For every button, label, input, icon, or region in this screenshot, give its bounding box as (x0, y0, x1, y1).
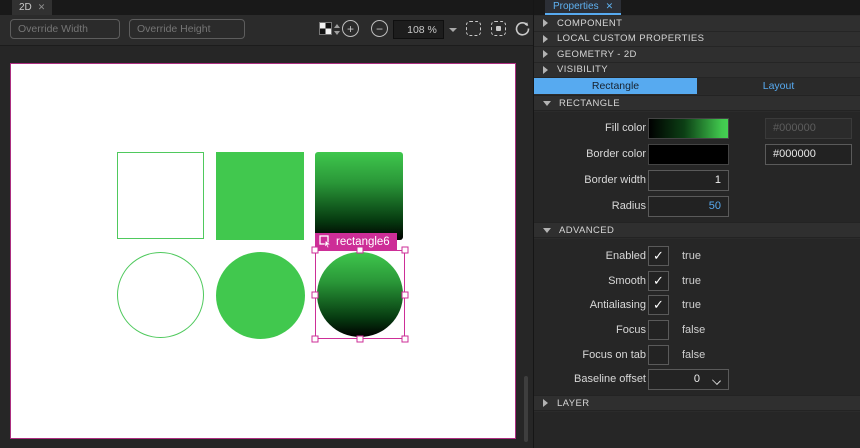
resize-handle-middle-left[interactable] (312, 291, 319, 298)
tab-layout[interactable]: Layout (697, 78, 860, 94)
properties-tabstrip: Properties ✕ (534, 0, 860, 15)
resize-handle-bottom-right[interactable] (402, 336, 409, 343)
zoom-in-button[interactable]: + (342, 20, 359, 37)
resize-handle-top-center[interactable] (357, 247, 364, 254)
fit-canvas-button[interactable] (466, 21, 481, 36)
shape-circle-filled[interactable] (216, 252, 305, 339)
resize-handle-top-right[interactable] (402, 247, 409, 254)
zoom-selection-button[interactable] (491, 21, 506, 36)
collapsed-sections: COMPONENT LOCAL CUSTOM PROPERTIES GEOMET… (534, 16, 860, 78)
check-icon: ✓ (653, 273, 664, 289)
resize-handle-middle-right[interactable] (402, 291, 409, 298)
tab-rectangle[interactable]: Rectangle (534, 78, 697, 94)
advanced-section-content: Enabled ✓ true Smooth ✓ true Antialiasin… (534, 239, 860, 395)
scrollbar-thumb[interactable] (524, 376, 528, 442)
chevron-down-icon (712, 376, 721, 385)
artboard-canvas[interactable] (10, 63, 516, 439)
border-color-row: Border color (534, 141, 860, 167)
chevron-right-icon (543, 35, 548, 43)
section-local-custom-properties[interactable]: LOCAL CUSTOM PROPERTIES (534, 32, 860, 48)
zoom-level-select[interactable]: 108 % (393, 20, 444, 39)
tab-2d-label: 2D (19, 2, 32, 13)
tab-properties-label: Properties (553, 1, 599, 12)
enabled-checkbox[interactable]: ✓ (648, 246, 669, 266)
close-icon[interactable]: ✕ (38, 3, 46, 12)
tab-properties[interactable]: Properties ✕ (545, 0, 621, 15)
section-rectangle-header[interactable]: RECTANGLE (534, 95, 860, 111)
reset-arrow-icon (514, 20, 531, 37)
selection-bounding-box (315, 250, 405, 339)
radius-input[interactable] (648, 196, 729, 217)
zoom-out-button[interactable]: − (371, 20, 388, 37)
resize-handle-bottom-center[interactable] (357, 336, 364, 343)
check-icon: ✓ (653, 248, 664, 264)
shape-circle-outline[interactable] (117, 252, 204, 338)
resize-handle-bottom-left[interactable] (312, 336, 319, 343)
baseline-offset-select[interactable]: 0 (648, 369, 729, 390)
check-icon: ✓ (653, 297, 664, 313)
fill-color-hex-input[interactable] (765, 118, 852, 139)
override-width-input[interactable] (10, 19, 120, 39)
reset-view-button[interactable] (514, 20, 531, 37)
shape-square-outline[interactable] (117, 152, 204, 239)
focus-checkbox[interactable] (648, 320, 669, 340)
section-advanced-header[interactable]: ADVANCED (534, 222, 860, 238)
border-color-label: Border color (534, 148, 646, 160)
border-color-swatch[interactable] (648, 144, 729, 165)
chevron-right-icon (543, 50, 548, 58)
rectangle-section-content: Fill color Border color Border width Rad… (534, 112, 860, 222)
spinner-up-icon[interactable] (334, 24, 340, 28)
spinner-down-icon[interactable] (334, 31, 340, 35)
radius-row: Radius (534, 193, 860, 219)
section-layer-header[interactable]: LAYER (534, 395, 860, 411)
zoom-selection-dot-icon (496, 26, 501, 31)
enabled-row: Enabled ✓ true (534, 244, 860, 269)
2d-toolbar: + − 108 % (0, 15, 533, 46)
baseline-offset-row: Baseline offset 0 (534, 367, 860, 392)
chevron-down-icon (543, 101, 551, 106)
fill-color-label: Fill color (534, 122, 646, 134)
layer-section-content (534, 412, 860, 448)
border-color-hex-input[interactable] (765, 144, 852, 165)
antialiasing-checkbox[interactable]: ✓ (648, 295, 669, 315)
antialiasing-row: Antialiasing ✓ true (534, 293, 860, 318)
fill-color-row: Fill color (534, 115, 860, 141)
chevron-down-icon[interactable] (449, 28, 457, 32)
resize-handle-top-left[interactable] (312, 247, 319, 254)
section-visibility[interactable]: VISIBILITY (534, 63, 860, 79)
fill-color-swatch[interactable] (648, 118, 729, 139)
chevron-right-icon (543, 66, 548, 74)
tab-2d[interactable]: 2D ✕ (12, 0, 52, 15)
focus-row: Focus false (534, 318, 860, 343)
border-width-label: Border width (534, 174, 646, 186)
mode-tabs: Rectangle Layout (534, 78, 860, 94)
radius-label: Radius (534, 200, 646, 212)
shape-square-filled[interactable] (216, 152, 304, 240)
focus-on-tab-checkbox[interactable] (648, 345, 669, 365)
smooth-row: Smooth ✓ true (534, 269, 860, 294)
chevron-right-icon (543, 19, 548, 27)
border-width-row: Border width (534, 167, 860, 193)
smooth-checkbox[interactable]: ✓ (648, 271, 669, 291)
2d-view-panel: 2D ✕ + − 108 % (0, 0, 533, 448)
2d-tabstrip: 2D ✕ (0, 0, 533, 15)
component-cursor-icon (319, 235, 332, 248)
selected-shape-group[interactable]: rectangle6 (315, 250, 405, 339)
chevron-right-icon (543, 399, 548, 407)
chevron-down-icon (543, 228, 551, 233)
section-geometry-2d[interactable]: GEOMETRY - 2D (534, 47, 860, 63)
canvas-background-color-icon[interactable] (320, 23, 331, 34)
section-component[interactable]: COMPONENT (534, 16, 860, 32)
close-icon[interactable]: ✕ (606, 2, 614, 11)
focus-on-tab-row: Focus on tab false (534, 342, 860, 367)
border-width-input[interactable] (648, 170, 729, 191)
properties-panel: Properties ✕ COMPONENT LOCAL CUSTOM PROP… (533, 0, 860, 448)
override-height-input[interactable] (129, 19, 245, 39)
shape-square-gradient[interactable] (315, 152, 403, 240)
